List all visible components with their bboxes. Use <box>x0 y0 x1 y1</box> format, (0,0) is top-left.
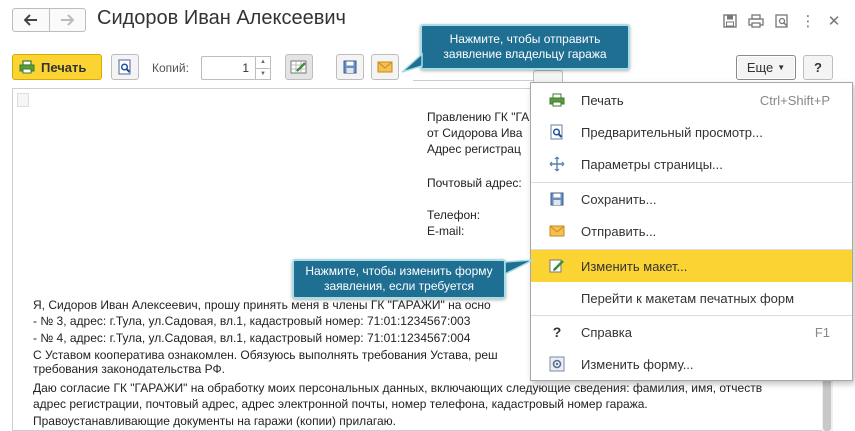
arrow-left-icon[interactable] <box>13 9 49 31</box>
doc-header-line: Адрес регистрац <box>427 142 521 156</box>
menu-item-label: Предварительный просмотр... <box>581 125 763 140</box>
edit-table-icon <box>290 60 307 74</box>
edit-hint-callout: Нажмите, чтобы изменить форму заявления,… <box>292 259 506 299</box>
printer-icon <box>549 92 565 108</box>
arrow-right-icon[interactable] <box>48 9 86 31</box>
menu-item-go-to-layouts[interactable]: Перейти к макетам печатных форм <box>531 282 852 314</box>
doc-body-line: Я, Сидоров Иван Алексеевич, прошу принят… <box>33 298 491 312</box>
help-button[interactable]: ? <box>803 55 833 80</box>
edit-hint-text: Нажмите, чтобы изменить форму заявления,… <box>305 264 493 293</box>
preview-icon <box>118 59 131 75</box>
copies-stepper[interactable]: ▲ ▼ <box>255 56 271 80</box>
menu-item-help[interactable]: ? Справка F1 <box>531 316 852 348</box>
save-icon[interactable] <box>719 10 741 32</box>
edit-mode-button[interactable] <box>285 54 313 80</box>
menu-item-label: Справка <box>581 325 632 340</box>
menu-item-send[interactable]: Отправить... <box>531 215 852 247</box>
doc-body-line: Правоустанавливающие документы на гаражи… <box>33 414 396 428</box>
chevron-up-icon[interactable]: ▲ <box>256 57 270 68</box>
send-hint-text: Нажмите, чтобы отправить заявление владе… <box>443 32 607 61</box>
send-button[interactable] <box>371 54 399 80</box>
page-setup-icon <box>549 156 565 172</box>
copies-input[interactable] <box>201 56 255 80</box>
doc-body-line: С Уставом кооператива ознакомлен. Обязую… <box>33 348 498 362</box>
envelope-icon <box>377 61 393 73</box>
chevron-down-icon: ▼ <box>777 63 786 72</box>
print-button[interactable]: Печать <box>12 54 102 80</box>
help-icon: ? <box>552 324 562 340</box>
menu-item-label: Изменить макет... <box>581 259 688 274</box>
doc-body-line: - № 4, адрес: г.Тула, ул.Садовая, вл.1, … <box>33 331 471 345</box>
print-button-label: Печать <box>41 59 87 75</box>
printer-icon <box>19 60 35 74</box>
doc-body-line: адрес регистрации, почтовый адрес, адрес… <box>33 397 648 411</box>
save-icon <box>343 60 357 74</box>
menu-item-label: Изменить форму... <box>581 357 694 372</box>
more-button[interactable]: Еще ▼ <box>736 55 796 80</box>
menu-item-shortcut: F1 <box>814 325 830 340</box>
menu-item-label: Печать <box>581 93 624 108</box>
toolbar-separator <box>413 80 533 82</box>
cell-selector[interactable] <box>17 93 29 107</box>
close-icon[interactable]: ✕ <box>823 10 845 32</box>
more-menu: Печать Ctrl+Shift+P Предварительный прос… <box>530 82 853 381</box>
menu-item-preview[interactable]: Предварительный просмотр... <box>531 116 852 148</box>
more-button-label: Еще <box>746 60 774 75</box>
callout-arrow <box>401 52 423 73</box>
navigation-buttons <box>12 8 86 32</box>
save-button[interactable] <box>336 54 364 80</box>
edit-icon <box>549 258 565 274</box>
edit-button[interactable] <box>533 70 563 82</box>
menu-item-label: Сохранить... <box>581 192 657 207</box>
window-title: Сидоров Иван Алексеевич <box>97 7 346 29</box>
menu-item-print[interactable]: Печать Ctrl+Shift+P <box>531 84 852 116</box>
menu-item-shortcut: Ctrl+Shift+P <box>759 93 830 108</box>
doc-body-line: - № 3, адрес: г.Тула, ул.Садовая, вл.1, … <box>33 314 471 328</box>
doc-header-line: Телефон: <box>427 208 481 222</box>
copies-label: Копий: <box>152 61 189 75</box>
menu-item-page-setup[interactable]: Параметры страницы... <box>531 148 852 180</box>
menu-item-label: Перейти к макетам печатных форм <box>581 291 795 306</box>
printer-icon[interactable] <box>745 10 767 32</box>
menu-item-change-form[interactable]: Изменить форму... <box>531 348 852 380</box>
window-controls: ⋮ ✕ <box>719 10 845 32</box>
envelope-icon <box>549 223 565 239</box>
menu-item-label: Отправить... <box>581 224 657 239</box>
menu-item-edit-layout[interactable]: Изменить макет... <box>531 250 852 282</box>
chevron-down-icon[interactable]: ▼ <box>256 67 270 80</box>
menu-item-save[interactable]: Сохранить... <box>531 183 852 215</box>
preview-icon <box>549 124 565 140</box>
doc-header-line: E-mail: <box>427 224 465 238</box>
doc-body-line: требования законодательства РФ. <box>33 362 225 376</box>
more-vertical-icon[interactable]: ⋮ <box>797 10 819 32</box>
save-icon <box>549 191 565 207</box>
doc-body-line: Даю согласие ГК "ГАРАЖИ" на обработку мо… <box>33 381 763 395</box>
preview-icon[interactable] <box>771 10 793 32</box>
menu-item-label: Параметры страницы... <box>581 157 723 172</box>
doc-header-line: Почтовый адрес: <box>427 176 522 190</box>
preview-button[interactable] <box>111 54 139 80</box>
doc-header-line: от Сидорова Ива <box>427 126 523 140</box>
send-hint-callout: Нажмите, чтобы отправить заявление владе… <box>420 24 630 70</box>
doc-header-line: Правлению ГК "ГА <box>427 110 530 124</box>
form-settings-icon <box>549 356 565 372</box>
callout-arrow <box>504 259 534 276</box>
